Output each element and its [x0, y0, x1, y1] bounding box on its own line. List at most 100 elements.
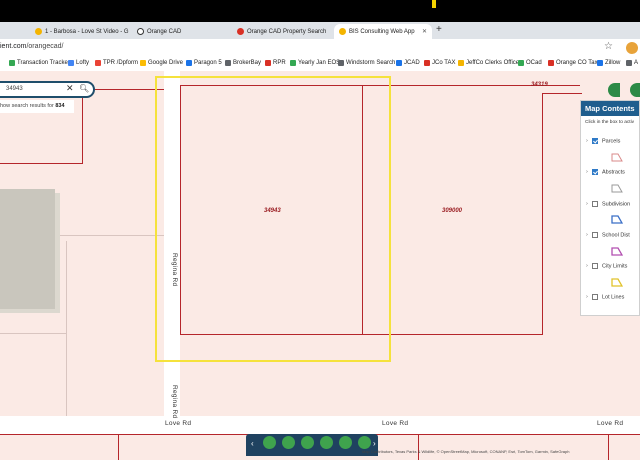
- tab-label: 1 - Barbosa - Love St Video - G: [45, 28, 129, 35]
- layer-parcels[interactable]: › Parcels: [586, 138, 620, 144]
- address-bar[interactable]: ient.com/orangecad/ ☆: [0, 39, 640, 58]
- bookmark-zillow[interactable]: Zillow: [597, 60, 620, 66]
- identify-tool-icon[interactable]: [320, 436, 333, 449]
- bookmark-star-icon[interactable]: ☆: [604, 41, 613, 52]
- bookmark-google-drive[interactable]: Google Drive: [140, 60, 183, 66]
- bookmark-yearly-eos[interactable]: Yearly Jan EOS: [290, 60, 340, 66]
- bookmark-label: Orange CO Tax: [556, 60, 598, 66]
- bookmark-icon: [68, 60, 74, 66]
- parcel-line: [608, 434, 609, 460]
- tab-orange-cad-property-search[interactable]: Orange CAD Property Search: [232, 24, 332, 39]
- parcel-line: [542, 93, 582, 94]
- bookmark-label: Yearly Jan EOS: [298, 60, 341, 66]
- clear-search-icon[interactable]: ✕: [66, 83, 74, 94]
- search-results-link[interactable]: how search results for 834: [0, 100, 74, 113]
- map-toolbar: ‹ ›: [246, 434, 378, 456]
- parcel-line: [82, 89, 83, 164]
- toolbar-prev-arrow[interactable]: ‹: [251, 439, 254, 448]
- layer-label: Abstracts: [602, 169, 625, 176]
- site-icon: [237, 28, 244, 35]
- map-contents-panel: Map Contents Click in the box to activ ›…: [580, 100, 640, 316]
- bookmark-orange-co-tax[interactable]: Orange CO Tax: [548, 60, 598, 66]
- layer-label: Parcels: [602, 138, 621, 145]
- bookmarks-bar: Transaction Tracker Lofty TPR /Dpform Go…: [0, 57, 640, 72]
- tab-label: Orange CAD: [147, 28, 182, 35]
- love-rd: [0, 416, 640, 434]
- layer-checkbox[interactable]: [592, 263, 598, 269]
- layer-label: School Dist: [602, 232, 630, 239]
- results-term: 834: [55, 103, 65, 109]
- tab-bis-consulting[interactable]: BIS Consulting Web App ✕: [334, 24, 432, 39]
- abstract-legend-icon: [611, 184, 623, 193]
- bookmark-label: Zillow: [605, 60, 621, 66]
- map-canvas[interactable]: 34943 309000 34319 Regina Rd Regina Rd L…: [0, 71, 640, 460]
- road-label-regina: Regina Rd: [171, 253, 178, 287]
- bookmark-jcad[interactable]: JCAD: [396, 60, 420, 66]
- bookmark-tpr[interactable]: TPR /Dpform: [95, 60, 138, 66]
- search-input[interactable]: 34943: [6, 86, 23, 92]
- layer-city-limits[interactable]: › City Limits: [586, 263, 627, 269]
- url-path: /orangecad/: [26, 43, 64, 50]
- layers-tool-icon[interactable]: [358, 436, 371, 449]
- layer-label: City Limits: [602, 263, 628, 270]
- print-tool-icon[interactable]: [339, 436, 352, 449]
- recording-indicator: [432, 0, 436, 8]
- new-tab-button[interactable]: +: [436, 24, 442, 35]
- layer-checkbox[interactable]: [592, 232, 598, 238]
- bookmark-icon: [9, 60, 15, 66]
- bookmark-label: Lofty: [76, 60, 90, 66]
- layer-checkbox[interactable]: [592, 169, 598, 175]
- bookmark-label: A: [634, 60, 639, 66]
- grey-line: [66, 241, 67, 416]
- map-tool-button[interactable]: [608, 83, 620, 97]
- bookmark-lofty[interactable]: Lofty: [68, 60, 89, 66]
- toolbar-next-arrow[interactable]: ›: [373, 439, 376, 448]
- bookmark-ocad[interactable]: OCad: [518, 60, 542, 66]
- school-district-legend-icon: [611, 247, 623, 256]
- layer-subdivision[interactable]: › Subdivision: [586, 201, 630, 207]
- home-icon: [137, 28, 144, 35]
- bookmark-brokerbay[interactable]: BrokerBay: [225, 60, 261, 66]
- bookmark-icon: [597, 60, 603, 66]
- layer-school-district[interactable]: › School Dist: [586, 232, 630, 238]
- search-icon[interactable]: 🔍︎: [79, 84, 89, 93]
- parcel-legend-icon: [611, 153, 623, 162]
- bookmark-rpr[interactable]: RPR: [265, 60, 286, 66]
- url-text[interactable]: ient.com/orangecad/: [0, 43, 63, 50]
- map-tool-button[interactable]: [630, 83, 640, 97]
- tab-label: BIS Consulting Web App: [349, 28, 415, 35]
- bookmark-windstorm[interactable]: Windstorm Search: [338, 60, 395, 66]
- bookmark-jco-tax[interactable]: JCo TAX: [424, 60, 455, 66]
- tab-orange-cad[interactable]: Orange CAD: [132, 24, 230, 39]
- bookmark-label: BrokerBay: [233, 60, 262, 66]
- profile-avatar[interactable]: [626, 42, 638, 54]
- bookmark-icon: [265, 60, 271, 66]
- bookmark-tool-icon[interactable]: [263, 436, 276, 449]
- layer-checkbox[interactable]: [592, 294, 598, 300]
- parcel-search-box[interactable]: 34943 ✕ 🔍︎: [0, 81, 95, 98]
- layer-abstracts[interactable]: › Abstracts: [586, 169, 625, 175]
- layer-checkbox[interactable]: [592, 201, 598, 207]
- bookmark-icon: [225, 60, 231, 66]
- layer-label: Subdivision: [602, 201, 631, 208]
- tab-barbosa-video[interactable]: 1 - Barbosa - Love St Video - G: [30, 24, 130, 39]
- bookmark-a[interactable]: A: [626, 60, 638, 66]
- layer-lot-lines[interactable]: › Lot Lines: [586, 294, 624, 300]
- city-limits-legend-icon: [611, 278, 623, 287]
- bookmark-paragon[interactable]: Paragon 5: [186, 60, 222, 66]
- bookmark-icon: [458, 60, 464, 66]
- bookmark-jeffco-clerks[interactable]: JeffCo Clerks Office: [458, 60, 519, 66]
- draw-tool-icon[interactable]: [282, 436, 295, 449]
- bookmark-transaction-tracker[interactable]: Transaction Tracker: [9, 60, 70, 66]
- bookmark-icon: [396, 60, 402, 66]
- results-prefix: how search results for: [0, 103, 56, 109]
- road-label-love: Love Rd: [597, 420, 624, 427]
- parcel-line: [418, 434, 419, 460]
- layer-checkbox[interactable]: [592, 138, 598, 144]
- bookmark-icon: [424, 60, 430, 66]
- close-tab-icon[interactable]: ✕: [422, 28, 427, 35]
- bookmark-icon: [548, 60, 554, 66]
- measure-tool-icon[interactable]: [301, 436, 314, 449]
- bookmark-label: TPR /Dpform: [103, 60, 139, 66]
- browser-tab-strip: 1 - Barbosa - Love St Video - G Orange C…: [0, 22, 640, 39]
